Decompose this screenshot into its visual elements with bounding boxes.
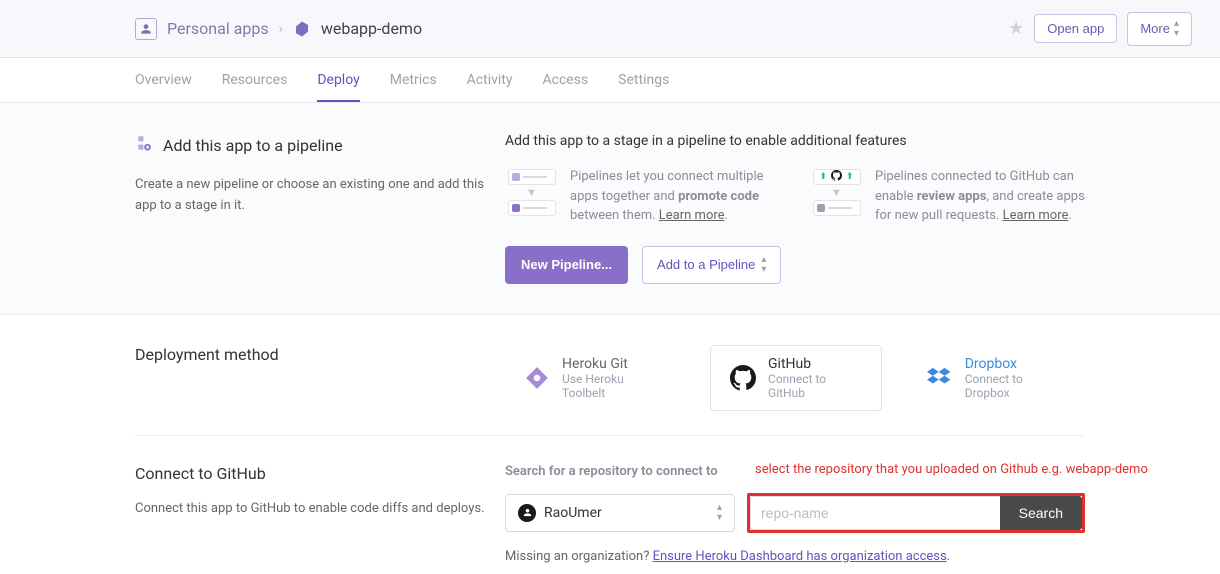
github-mini-icon xyxy=(831,169,842,185)
github-title: GitHub xyxy=(768,356,863,372)
pipeline-add-icon xyxy=(135,133,155,157)
deploy-method-dropbox[interactable]: Dropbox Connect to Dropbox xyxy=(908,346,1085,410)
more-label: More xyxy=(1140,21,1170,36)
pipeline-promote-illustration: ▼ xyxy=(505,167,558,217)
annotation-text: select the repository that you uploaded … xyxy=(755,462,1148,477)
personal-apps-avatar-icon xyxy=(135,18,157,40)
deploy-method-heroku-git[interactable]: Heroku Git Use Heroku Toolbelt xyxy=(505,346,684,410)
updown-icon: ▴▾ xyxy=(717,503,722,523)
heroku-git-sub: Use Heroku Toolbelt xyxy=(562,372,666,400)
pipeline-col2-text: Pipelines connected to GitHub can enable… xyxy=(875,167,1085,226)
pipeline-review-illustration: ⬆ ⬆ ▼ xyxy=(810,167,863,217)
tab-resources[interactable]: Resources xyxy=(222,60,288,100)
pipeline-heading: Add this app to a pipeline xyxy=(135,133,505,157)
tab-activity[interactable]: Activity xyxy=(467,60,513,100)
pipeline-learn-more-1[interactable]: Learn more xyxy=(659,208,725,223)
add-to-pipeline-button[interactable]: Add to a Pipeline ▴▾ xyxy=(642,246,781,284)
org-access-link[interactable]: Ensure Heroku Dashboard has organization… xyxy=(653,549,947,564)
breadcrumb-separator-icon: › xyxy=(279,21,283,37)
dropbox-title: Dropbox xyxy=(965,356,1067,372)
deploy-method-github[interactable]: GitHub Connect to GitHub xyxy=(710,345,882,411)
updown-icon: ▴▾ xyxy=(761,255,766,275)
github-icon xyxy=(729,364,756,392)
owner-name: RaoUmer xyxy=(544,505,602,521)
deployment-method-heading: Deployment method xyxy=(135,345,505,364)
new-pipeline-button[interactable]: New Pipeline... xyxy=(505,246,628,284)
dropbox-icon xyxy=(926,364,953,392)
pipeline-desc: Create a new pipeline or choose an exist… xyxy=(135,175,505,217)
more-button[interactable]: More ▴▾ xyxy=(1127,12,1192,46)
add-to-pipeline-label: Add to a Pipeline xyxy=(657,257,755,272)
favorite-star-icon[interactable]: ★ xyxy=(1008,18,1024,39)
open-app-button[interactable]: Open app xyxy=(1034,14,1117,43)
pipeline-learn-more-2[interactable]: Learn more xyxy=(1003,208,1069,223)
heroku-git-icon xyxy=(523,364,550,392)
pipeline-col1-text: Pipelines let you connect multiple apps … xyxy=(570,167,780,226)
tab-overview[interactable]: Overview xyxy=(135,60,192,100)
search-button[interactable]: Search xyxy=(1000,496,1082,530)
tab-deploy[interactable]: Deploy xyxy=(317,60,359,102)
connect-github-desc: Connect this app to GitHub to enable cod… xyxy=(135,499,505,520)
repo-name-input[interactable] xyxy=(750,496,1000,530)
tab-metrics[interactable]: Metrics xyxy=(390,60,437,100)
breadcrumb: Personal apps › webapp-demo xyxy=(135,18,1008,40)
tab-settings[interactable]: Settings xyxy=(618,60,669,100)
pipeline-title: Add this app to a pipeline xyxy=(163,136,343,155)
heroku-git-title: Heroku Git xyxy=(562,356,666,372)
app-hexagon-icon xyxy=(293,20,311,38)
breadcrumb-app-name: webapp-demo xyxy=(321,19,422,38)
dropbox-sub: Connect to Dropbox xyxy=(965,372,1067,400)
owner-avatar-icon xyxy=(518,504,536,522)
breadcrumb-personal-apps[interactable]: Personal apps xyxy=(167,19,269,38)
pipeline-headline: Add this app to a stage in a pipeline to… xyxy=(505,133,1085,149)
missing-org-text: Missing an organization? Ensure Heroku D… xyxy=(505,549,1085,564)
tab-access[interactable]: Access xyxy=(543,60,589,100)
owner-select[interactable]: RaoUmer ▴▾ xyxy=(505,494,735,532)
connect-github-heading: Connect to GitHub xyxy=(135,464,505,483)
tab-bar: Overview Resources Deploy Metrics Activi… xyxy=(0,58,1220,103)
updown-icon: ▴▾ xyxy=(1174,19,1179,39)
github-sub: Connect to GitHub xyxy=(768,372,863,400)
repo-search-highlight: Search xyxy=(747,493,1085,533)
